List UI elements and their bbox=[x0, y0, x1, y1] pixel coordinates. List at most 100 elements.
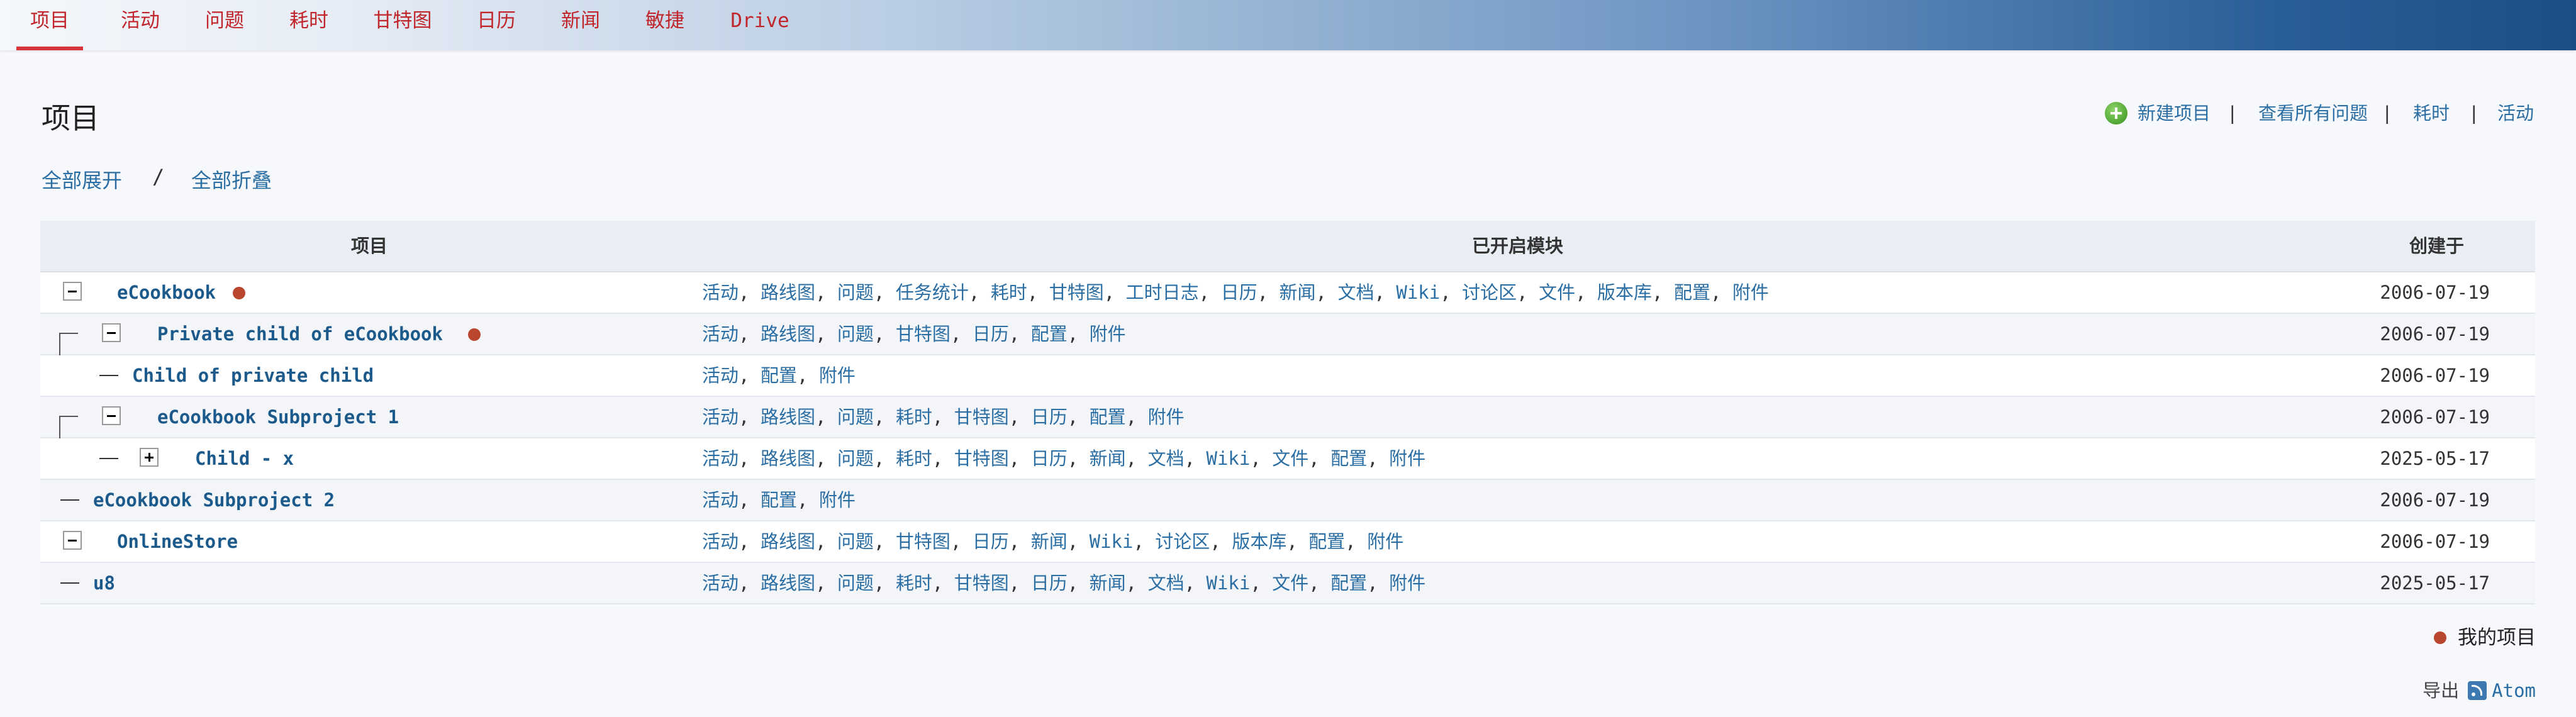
module-link[interactable]: 活动 bbox=[702, 531, 739, 552]
collapse-icon[interactable] bbox=[63, 531, 82, 550]
module-link[interactable]: 日历 bbox=[1031, 406, 1068, 428]
module-link[interactable]: 新闻 bbox=[1031, 531, 1068, 552]
module-link[interactable]: 附件 bbox=[1389, 572, 1425, 594]
module-link[interactable]: 附件 bbox=[1148, 406, 1185, 428]
collapse-icon[interactable] bbox=[102, 323, 121, 342]
project-link[interactable]: u8 bbox=[93, 563, 115, 603]
menu-item-calendar[interactable]: 日历 bbox=[469, 0, 523, 50]
menu-item-agile[interactable]: 敏捷 bbox=[638, 0, 692, 50]
module-link[interactable]: 配置 bbox=[1308, 531, 1345, 552]
expand-icon[interactable] bbox=[140, 448, 159, 467]
module-link[interactable]: 问题 bbox=[837, 282, 874, 303]
project-link[interactable]: OnlineStore bbox=[117, 521, 238, 562]
module-link[interactable]: 日历 bbox=[1031, 572, 1068, 594]
module-link[interactable]: 问题 bbox=[837, 448, 874, 469]
module-link[interactable]: 耗时 bbox=[991, 282, 1027, 303]
module-link[interactable]: 日历 bbox=[1221, 282, 1257, 303]
menu-item-news[interactable]: 新闻 bbox=[554, 0, 608, 50]
module-link[interactable]: 文件 bbox=[1539, 282, 1575, 303]
module-link[interactable]: 版本库 bbox=[1597, 282, 1652, 303]
module-link[interactable]: 文档 bbox=[1148, 448, 1185, 469]
menu-item-gantt[interactable]: 甘特图 bbox=[366, 0, 439, 50]
collapse-icon[interactable] bbox=[102, 406, 121, 425]
module-link[interactable]: 附件 bbox=[819, 365, 856, 386]
module-link[interactable]: 附件 bbox=[819, 489, 856, 511]
module-link[interactable]: 甘特图 bbox=[1049, 282, 1104, 303]
module-link[interactable]: 甘特图 bbox=[954, 572, 1009, 594]
module-link[interactable]: 配置 bbox=[1031, 323, 1068, 345]
module-link[interactable]: 问题 bbox=[837, 406, 874, 428]
project-link[interactable]: Private child of eCookbook bbox=[157, 314, 443, 354]
module-link[interactable]: 问题 bbox=[837, 572, 874, 594]
module-link[interactable]: 新闻 bbox=[1090, 448, 1126, 469]
new-project-link[interactable]: 新建项目 bbox=[2138, 99, 2211, 127]
module-link[interactable]: 附件 bbox=[1732, 282, 1769, 303]
module-link[interactable]: 甘特图 bbox=[954, 406, 1009, 428]
spent-time-link[interactable]: 耗时 bbox=[2413, 99, 2450, 127]
module-link[interactable]: 路线图 bbox=[761, 572, 815, 594]
module-link[interactable]: 日历 bbox=[973, 323, 1009, 345]
module-link[interactable]: 活动 bbox=[702, 406, 739, 428]
module-link[interactable]: 耗时 bbox=[896, 572, 932, 594]
menu-item-projects[interactable]: 项目 bbox=[16, 0, 83, 50]
module-link[interactable]: 日历 bbox=[1031, 448, 1068, 469]
project-link[interactable]: Child of private child bbox=[132, 355, 374, 396]
module-link[interactable]: 活动 bbox=[702, 448, 739, 469]
module-link[interactable]: 路线图 bbox=[761, 531, 815, 552]
module-link[interactable]: 活动 bbox=[702, 489, 739, 511]
add-icon[interactable] bbox=[2105, 102, 2127, 125]
module-link[interactable]: 路线图 bbox=[761, 323, 815, 345]
module-link[interactable]: 附件 bbox=[1389, 448, 1425, 469]
module-link[interactable]: 日历 bbox=[973, 531, 1009, 552]
expand-all-link[interactable]: 全部展开 bbox=[42, 165, 122, 194]
module-link[interactable]: 新闻 bbox=[1090, 572, 1126, 594]
collapse-icon[interactable] bbox=[63, 282, 82, 301]
module-link[interactable]: 配置 bbox=[761, 489, 797, 511]
project-link[interactable]: eCookbook bbox=[117, 272, 216, 313]
module-link[interactable]: 文档 bbox=[1148, 572, 1185, 594]
atom-feed-link[interactable]: Atom bbox=[2492, 680, 2536, 701]
module-link[interactable]: 甘特图 bbox=[896, 531, 951, 552]
project-link[interactable]: Child - x bbox=[195, 438, 294, 479]
module-link[interactable]: Wiki bbox=[1207, 572, 1251, 594]
module-link[interactable]: 问题 bbox=[837, 531, 874, 552]
module-link[interactable]: Wiki bbox=[1396, 282, 1440, 303]
module-link[interactable]: 配置 bbox=[761, 365, 797, 386]
activity-link[interactable]: 活动 bbox=[2497, 99, 2534, 127]
module-link[interactable]: 路线图 bbox=[761, 448, 815, 469]
module-link[interactable]: 配置 bbox=[1330, 572, 1367, 594]
module-link[interactable]: 路线图 bbox=[761, 406, 815, 428]
module-link[interactable]: 耗时 bbox=[896, 448, 932, 469]
menu-item-issues[interactable]: 问题 bbox=[198, 0, 252, 50]
module-link[interactable]: 路线图 bbox=[761, 282, 815, 303]
module-link[interactable]: 活动 bbox=[702, 323, 739, 345]
module-link[interactable]: 甘特图 bbox=[954, 448, 1009, 469]
header-project[interactable]: 项目 bbox=[351, 221, 388, 271]
header-created[interactable]: 创建于 bbox=[2409, 221, 2464, 271]
module-link[interactable]: Wiki bbox=[1207, 448, 1251, 469]
module-link[interactable]: 讨论区 bbox=[1155, 531, 1210, 552]
module-link[interactable]: 附件 bbox=[1090, 323, 1126, 345]
module-link[interactable]: 配置 bbox=[1090, 406, 1126, 428]
module-link[interactable]: 活动 bbox=[702, 365, 739, 386]
module-link[interactable]: 活动 bbox=[702, 282, 739, 303]
view-all-issues-link[interactable]: 查看所有问题 bbox=[2258, 99, 2368, 127]
menu-item-drive[interactable]: Drive bbox=[722, 0, 798, 50]
module-link[interactable]: 新闻 bbox=[1280, 282, 1316, 303]
module-link[interactable]: 任务统计 bbox=[896, 282, 969, 303]
module-link[interactable]: 文档 bbox=[1337, 282, 1374, 303]
module-link[interactable]: 讨论区 bbox=[1462, 282, 1517, 303]
menu-item-activity[interactable]: 活动 bbox=[113, 0, 167, 50]
feed-icon[interactable] bbox=[2468, 681, 2487, 700]
module-link[interactable]: 版本库 bbox=[1232, 531, 1286, 552]
menu-item-spent-time[interactable]: 耗时 bbox=[282, 0, 336, 50]
module-link[interactable]: 甘特图 bbox=[896, 323, 951, 345]
header-modules[interactable]: 已开启模块 bbox=[1472, 221, 1563, 271]
project-link[interactable]: eCookbook Subproject 1 bbox=[157, 397, 399, 437]
module-link[interactable]: 附件 bbox=[1367, 531, 1403, 552]
collapse-all-link[interactable]: 全部折叠 bbox=[191, 165, 272, 194]
module-link[interactable]: 配置 bbox=[1330, 448, 1367, 469]
module-link[interactable]: 文件 bbox=[1272, 448, 1308, 469]
project-link[interactable]: eCookbook Subproject 2 bbox=[93, 480, 335, 520]
module-link[interactable]: 文件 bbox=[1272, 572, 1308, 594]
